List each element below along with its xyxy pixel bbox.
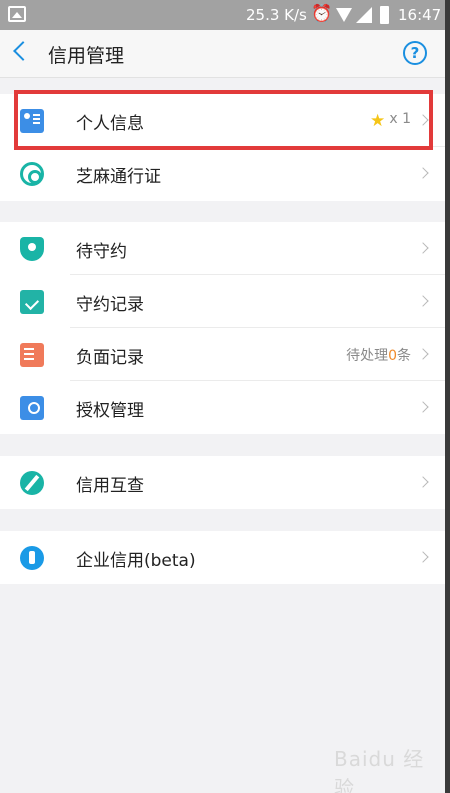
chevron-right-icon: [417, 551, 429, 563]
list-item-label: 负面记录: [76, 348, 144, 368]
back-arrow-icon[interactable]: [13, 41, 33, 61]
pending-suffix: 条: [397, 348, 411, 364]
list-item-pending-promise[interactable]: 待守约: [0, 222, 445, 275]
chevron-right-icon: [417, 401, 429, 413]
list-item-sesame-pass[interactable]: 芝麻通行证: [0, 147, 445, 200]
list-item-promise-record[interactable]: 守约记录: [0, 275, 445, 328]
signal-icon: [356, 7, 372, 23]
item-badge-count: x 1: [389, 111, 411, 127]
chevron-right-icon: [417, 295, 429, 307]
document-x-icon: [20, 343, 44, 367]
list-item-authorization[interactable]: 授权管理: [0, 381, 445, 434]
status-bar: 25.3 K/s ⏰ 16:47: [0, 0, 445, 30]
id-card-icon: [20, 109, 44, 133]
folder-settings-icon: [20, 396, 44, 420]
list-item-enterprise-credit[interactable]: 企业信用(beta): [0, 531, 445, 584]
enterprise-credit-icon: [20, 546, 44, 570]
mutual-check-icon: [20, 471, 44, 495]
list-group-mutual: 信用互查: [0, 456, 445, 509]
image-notification-icon: [8, 6, 26, 22]
list-item-label: 芝麻通行证: [76, 167, 161, 187]
chevron-right-icon: [417, 242, 429, 254]
list-group-records: 待守约 守约记录 负面记录 待处理0条 授权管理: [0, 222, 445, 434]
list-item-label: 守约记录: [76, 295, 144, 315]
alarm-icon: ⏰: [311, 4, 333, 24]
shield-user-icon: [20, 237, 44, 261]
chevron-right-icon: [417, 476, 429, 488]
chevron-right-icon: [417, 348, 429, 360]
network-speed: 25.3 K/s: [246, 6, 307, 24]
list-item-label: 信用互查: [76, 476, 144, 496]
app-screen: 25.3 K/s ⏰ 16:47 信用管理 ? 个人信息 x 1 芝麻通行证 ★…: [0, 0, 445, 793]
pending-count: 0: [388, 348, 397, 364]
nav-bar: 信用管理 ?: [0, 30, 445, 78]
pending-prefix: 待处理: [346, 348, 389, 364]
list-item-label: 个人信息: [76, 114, 144, 134]
sesame-pass-icon: [20, 162, 44, 186]
battery-icon: [380, 6, 389, 24]
star-icon: ★: [370, 111, 386, 131]
list-item-negative-record[interactable]: 负面记录 待处理0条: [0, 328, 445, 381]
list-item-mutual-check[interactable]: 信用互查: [0, 456, 445, 509]
calendar-check-icon: [20, 290, 44, 314]
clock: 16:47: [398, 6, 442, 24]
list-group-enterprise: 企业信用(beta): [0, 531, 445, 584]
watermark: Baidu 经验: [334, 747, 425, 793]
pending-count-text: 待处理0条: [346, 345, 411, 365]
list-item-label: 待守约: [76, 242, 127, 262]
help-icon[interactable]: ?: [403, 41, 427, 65]
wifi-icon: [336, 8, 352, 22]
list-item-label: 企业信用(beta): [76, 551, 196, 571]
screen-edge: [445, 0, 450, 793]
chevron-right-icon: [417, 114, 429, 126]
list-item-label: 授权管理: [76, 401, 144, 421]
chevron-right-icon: [417, 167, 429, 179]
page-title: 信用管理: [48, 45, 125, 67]
